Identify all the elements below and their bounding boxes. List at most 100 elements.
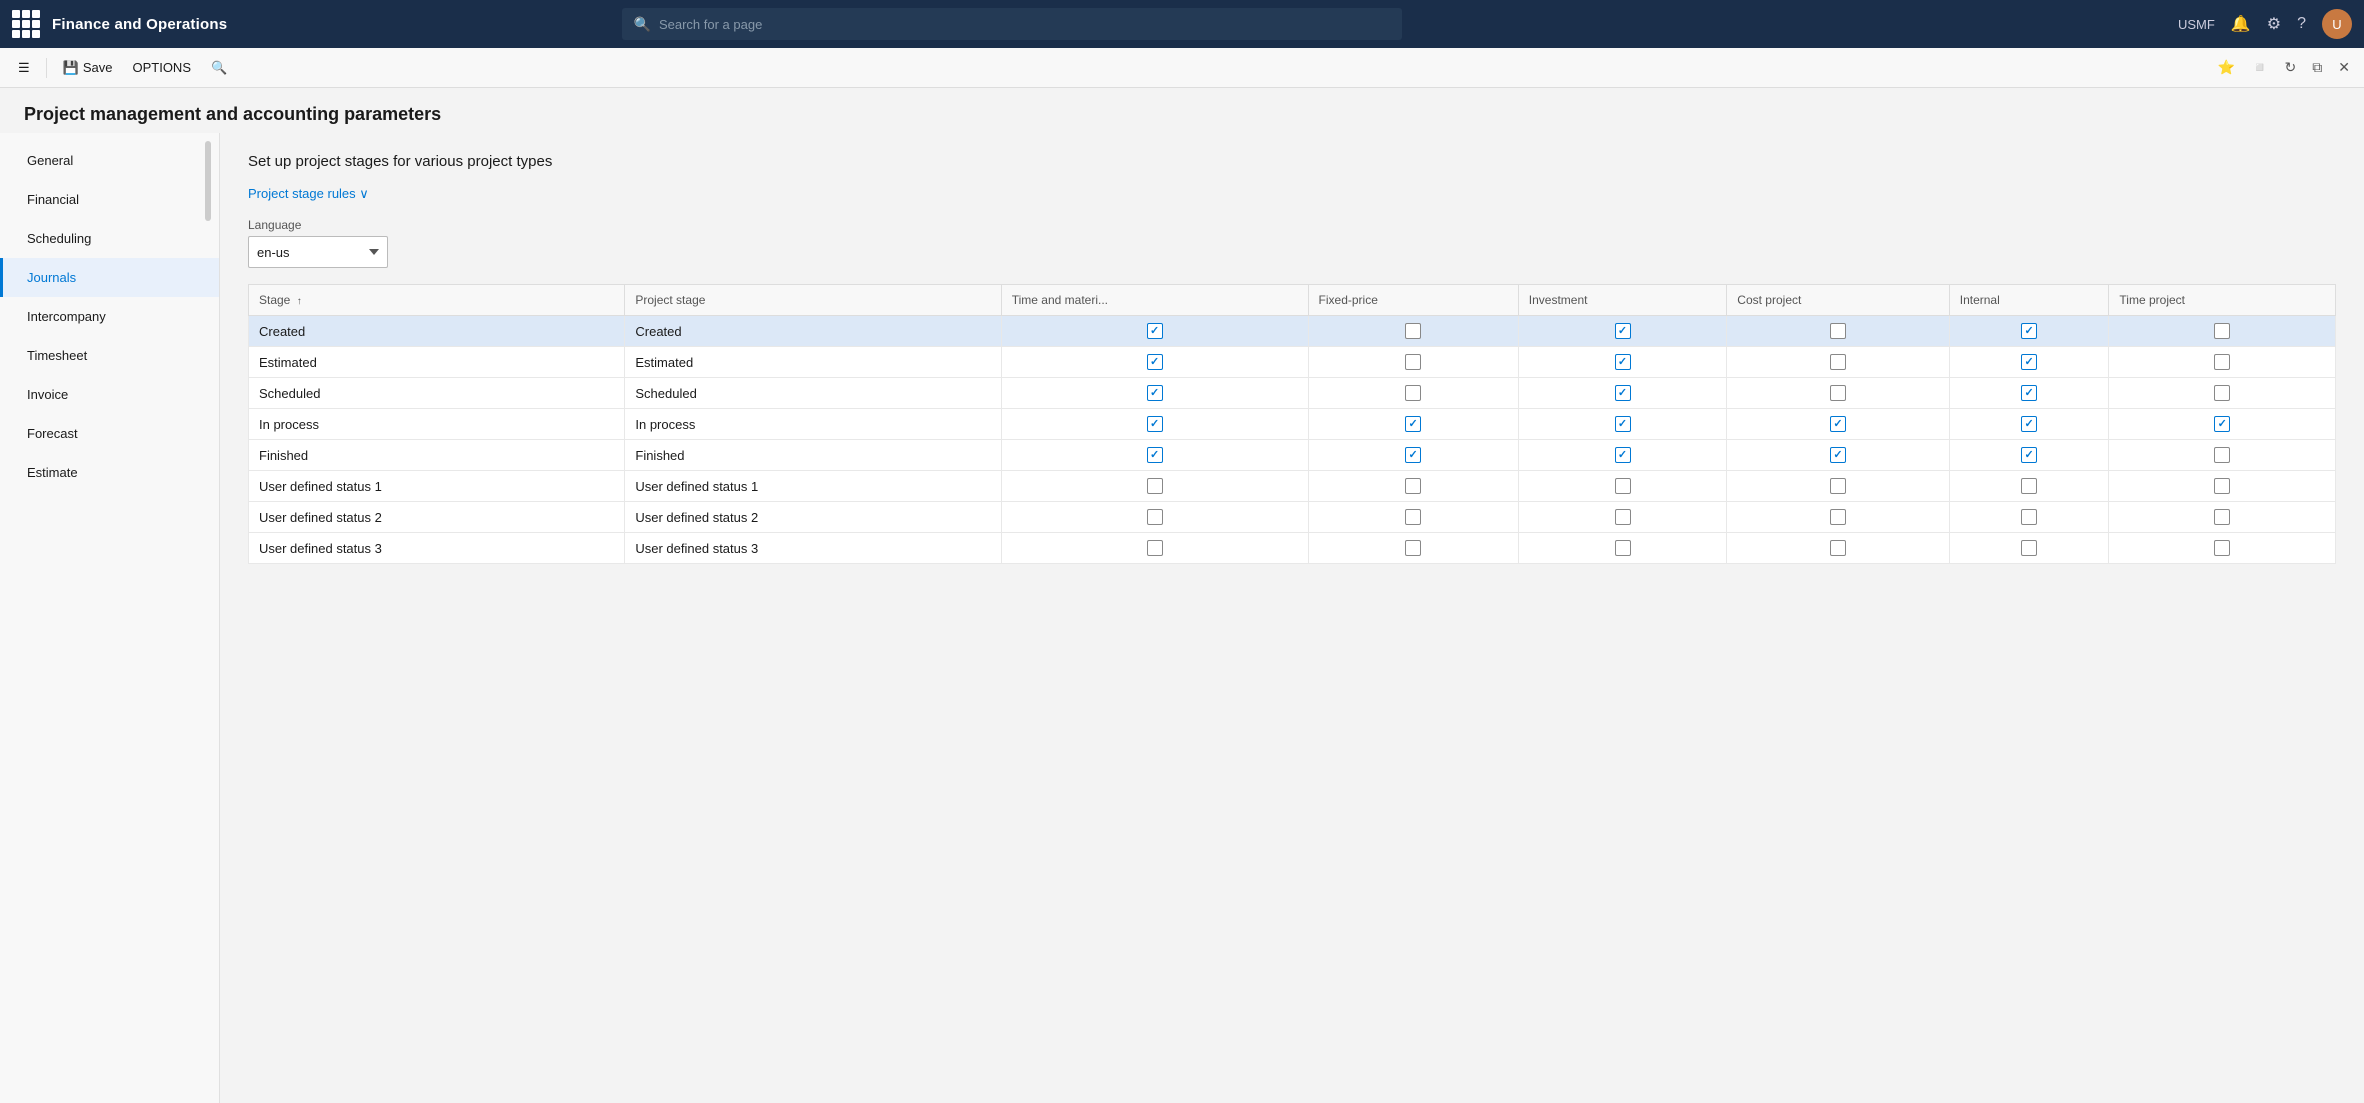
notifications-icon[interactable]: 🔔	[2231, 14, 2251, 34]
save-button[interactable]: 💾 Save	[55, 56, 121, 80]
project-stage-rules-link[interactable]: Project stage rules ∨	[248, 186, 369, 202]
time-project-cell-checkbox[interactable]	[2214, 509, 2230, 525]
time-material-cell[interactable]	[1001, 409, 1308, 440]
language-select[interactable]: en-us	[248, 236, 388, 268]
cost-project-cell[interactable]	[1727, 440, 1949, 471]
table-row[interactable]: EstimatedEstimated	[249, 347, 2336, 378]
office-icon[interactable]: ◽	[2247, 55, 2272, 80]
internal-cell-checkbox[interactable]	[2021, 385, 2037, 401]
fixed-price-cell-checkbox[interactable]	[1405, 416, 1421, 432]
fixed-price-cell[interactable]	[1308, 378, 1518, 409]
investment-cell[interactable]	[1518, 409, 1727, 440]
investment-cell[interactable]	[1518, 502, 1727, 533]
sidebar-item-estimate[interactable]: Estimate	[0, 453, 219, 492]
time-project-cell-checkbox[interactable]	[2214, 354, 2230, 370]
time-project-cell[interactable]	[2109, 316, 2336, 347]
settings-icon[interactable]: ⚙	[2267, 14, 2281, 34]
internal-cell[interactable]	[1949, 378, 2109, 409]
table-row[interactable]: User defined status 1User defined status…	[249, 471, 2336, 502]
investment-cell[interactable]	[1518, 533, 1727, 564]
cost-project-cell-checkbox[interactable]	[1830, 447, 1846, 463]
internal-cell-checkbox[interactable]	[2021, 416, 2037, 432]
time-project-cell[interactable]	[2109, 378, 2336, 409]
cost-project-cell-checkbox[interactable]	[1830, 540, 1846, 556]
internal-cell-checkbox[interactable]	[2021, 478, 2037, 494]
col-project-stage[interactable]: Project stage	[625, 285, 1001, 316]
table-row[interactable]: User defined status 2User defined status…	[249, 502, 2336, 533]
cost-project-cell[interactable]	[1727, 347, 1949, 378]
fixed-price-cell-checkbox[interactable]	[1405, 323, 1421, 339]
time-material-cell-checkbox[interactable]	[1147, 447, 1163, 463]
cost-project-cell[interactable]	[1727, 471, 1949, 502]
time-project-cell[interactable]	[2109, 409, 2336, 440]
internal-cell-checkbox[interactable]	[2021, 540, 2037, 556]
time-project-cell[interactable]	[2109, 347, 2336, 378]
time-material-cell-checkbox[interactable]	[1147, 416, 1163, 432]
table-row[interactable]: ScheduledScheduled	[249, 378, 2336, 409]
time-project-cell[interactable]	[2109, 471, 2336, 502]
fixed-price-cell-checkbox[interactable]	[1405, 478, 1421, 494]
internal-cell-checkbox[interactable]	[2021, 509, 2037, 525]
investment-cell-checkbox[interactable]	[1615, 385, 1631, 401]
investment-cell-checkbox[interactable]	[1615, 323, 1631, 339]
time-project-cell-checkbox[interactable]	[2214, 478, 2230, 494]
time-material-cell-checkbox[interactable]	[1147, 540, 1163, 556]
time-project-cell-checkbox[interactable]	[2214, 540, 2230, 556]
fixed-price-cell[interactable]	[1308, 347, 1518, 378]
col-cost-project[interactable]: Cost project	[1727, 285, 1949, 316]
col-time-project[interactable]: Time project	[2109, 285, 2336, 316]
investment-cell-checkbox[interactable]	[1615, 509, 1631, 525]
time-material-cell-checkbox[interactable]	[1147, 354, 1163, 370]
investment-cell[interactable]	[1518, 347, 1727, 378]
fixed-price-cell-checkbox[interactable]	[1405, 385, 1421, 401]
close-icon[interactable]: ✕	[2334, 55, 2354, 80]
sidebar-item-timesheet[interactable]: Timesheet	[0, 336, 219, 375]
investment-cell[interactable]	[1518, 378, 1727, 409]
col-time-material[interactable]: Time and materi...	[1001, 285, 1308, 316]
table-row[interactable]: In processIn process	[249, 409, 2336, 440]
cost-project-cell-checkbox[interactable]	[1830, 354, 1846, 370]
internal-cell[interactable]	[1949, 409, 2109, 440]
time-material-cell[interactable]	[1001, 316, 1308, 347]
help-icon[interactable]: ?	[2297, 15, 2306, 33]
time-material-cell[interactable]	[1001, 502, 1308, 533]
internal-cell[interactable]	[1949, 533, 2109, 564]
internal-cell[interactable]	[1949, 316, 2109, 347]
sidebar-item-journals[interactable]: Journals	[0, 258, 219, 297]
time-material-cell[interactable]	[1001, 471, 1308, 502]
internal-cell-checkbox[interactable]	[2021, 323, 2037, 339]
time-project-cell-checkbox[interactable]	[2214, 323, 2230, 339]
app-menu-icon[interactable]	[12, 10, 40, 38]
investment-cell-checkbox[interactable]	[1615, 416, 1631, 432]
cost-project-cell[interactable]	[1727, 378, 1949, 409]
sidebar-item-invoice[interactable]: Invoice	[0, 375, 219, 414]
fixed-price-cell[interactable]	[1308, 409, 1518, 440]
fixed-price-cell[interactable]	[1308, 533, 1518, 564]
sidebar-item-forecast[interactable]: Forecast	[0, 414, 219, 453]
time-material-cell[interactable]	[1001, 533, 1308, 564]
internal-cell[interactable]	[1949, 347, 2109, 378]
fixed-price-cell[interactable]	[1308, 316, 1518, 347]
col-stage[interactable]: Stage ↑	[249, 285, 625, 316]
time-project-cell-checkbox[interactable]	[2214, 416, 2230, 432]
fixed-price-cell[interactable]	[1308, 440, 1518, 471]
fixed-price-cell-checkbox[interactable]	[1405, 540, 1421, 556]
sidebar-item-financial[interactable]: Financial	[0, 180, 219, 219]
internal-cell-checkbox[interactable]	[2021, 354, 2037, 370]
internal-cell[interactable]	[1949, 471, 2109, 502]
fixed-price-cell[interactable]	[1308, 502, 1518, 533]
hamburger-button[interactable]: ☰	[10, 56, 38, 80]
cost-project-cell-checkbox[interactable]	[1830, 509, 1846, 525]
options-button[interactable]: OPTIONS	[124, 56, 199, 79]
col-fixed-price[interactable]: Fixed-price	[1308, 285, 1518, 316]
fixed-price-cell-checkbox[interactable]	[1405, 354, 1421, 370]
company-selector[interactable]: USMF	[2178, 17, 2215, 32]
avatar[interactable]: U	[2322, 9, 2352, 39]
sidebar-item-general[interactable]: General	[0, 141, 219, 180]
time-material-cell-checkbox[interactable]	[1147, 385, 1163, 401]
cost-project-cell[interactable]	[1727, 533, 1949, 564]
search-input[interactable]	[659, 17, 1390, 32]
cost-project-cell-checkbox[interactable]	[1830, 323, 1846, 339]
investment-cell[interactable]	[1518, 440, 1727, 471]
refresh-icon[interactable]: ↻	[2281, 55, 2301, 80]
